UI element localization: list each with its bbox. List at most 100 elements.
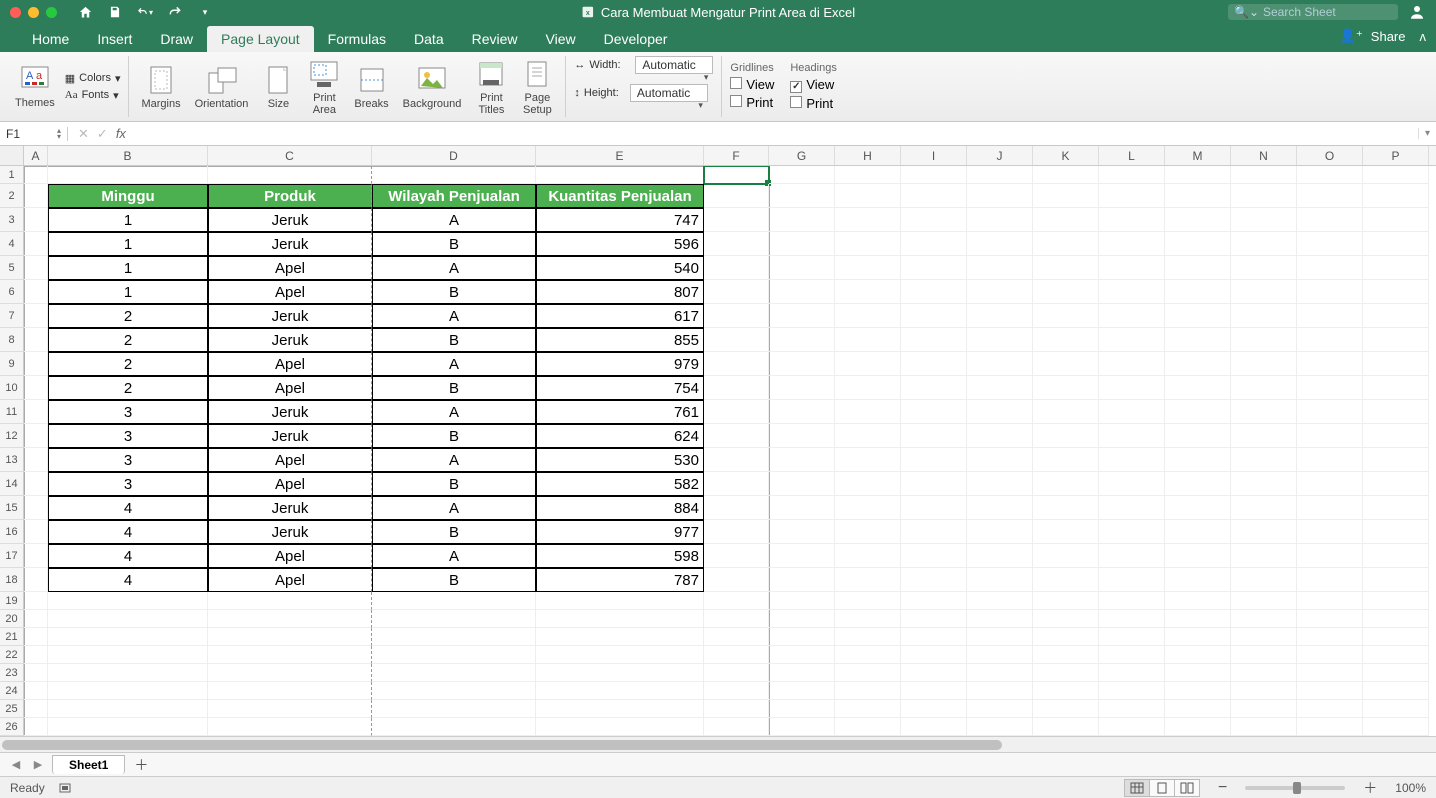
cell-G21[interactable] [769,628,835,646]
cell-F7[interactable] [704,304,769,328]
cell-P14[interactable] [1363,472,1429,496]
tab-view[interactable]: View [532,26,590,52]
cell-L4[interactable] [1099,232,1165,256]
table-cell[interactable]: 596 [536,232,704,256]
cell-I21[interactable] [901,628,967,646]
cell-O7[interactable] [1297,304,1363,328]
table-cell[interactable]: 1 [48,256,208,280]
cell-F16[interactable] [704,520,769,544]
table-cell[interactable]: 4 [48,496,208,520]
table-cell[interactable]: B [372,520,536,544]
cell-H15[interactable] [835,496,901,520]
cell-G16[interactable] [769,520,835,544]
table-cell[interactable]: 530 [536,448,704,472]
cell-L25[interactable] [1099,700,1165,718]
cell-G15[interactable] [769,496,835,520]
row-header-2[interactable]: 2 [0,184,24,208]
table-cell[interactable]: A [372,256,536,280]
cell-J3[interactable] [967,208,1033,232]
minimize-window-button[interactable] [28,7,39,18]
cell-M12[interactable] [1165,424,1231,448]
table-header-2[interactable]: Wilayah Penjualan [372,184,536,208]
cell-H8[interactable] [835,328,901,352]
cell-M21[interactable] [1165,628,1231,646]
cell-O16[interactable] [1297,520,1363,544]
cell-J16[interactable] [967,520,1033,544]
cell-P8[interactable] [1363,328,1429,352]
table-cell[interactable]: B [372,424,536,448]
add-sheet-button[interactable]: ＋ [131,755,151,775]
cell-G24[interactable] [769,682,835,700]
cell-H3[interactable] [835,208,901,232]
row-header-4[interactable]: 4 [0,232,24,256]
table-cell[interactable]: 624 [536,424,704,448]
table-cell[interactable]: Apel [208,280,372,304]
cell-A17[interactable] [24,544,48,568]
cell-H23[interactable] [835,664,901,682]
home-icon[interactable] [77,4,93,20]
cell-O8[interactable] [1297,328,1363,352]
column-header-M[interactable]: M [1165,146,1231,165]
page-layout-view-button[interactable] [1149,779,1175,797]
cell-O26[interactable] [1297,718,1363,736]
cell-J23[interactable] [967,664,1033,682]
table-cell[interactable]: 1 [48,208,208,232]
row-header-10[interactable]: 10 [0,376,24,400]
column-header-N[interactable]: N [1231,146,1297,165]
cell-F2[interactable] [704,184,769,208]
cell-M11[interactable] [1165,400,1231,424]
cell-H24[interactable] [835,682,901,700]
cell-O12[interactable] [1297,424,1363,448]
cell-M2[interactable] [1165,184,1231,208]
cell-I11[interactable] [901,400,967,424]
cell-C20[interactable] [208,610,372,628]
row-header-16[interactable]: 16 [0,520,24,544]
cell-C24[interactable] [208,682,372,700]
macro-record-icon[interactable] [59,781,75,795]
cell-K22[interactable] [1033,646,1099,664]
table-cell[interactable]: 2 [48,304,208,328]
cell-J21[interactable] [967,628,1033,646]
table-header-1[interactable]: Produk [208,184,372,208]
cell-D21[interactable] [372,628,536,646]
cell-I25[interactable] [901,700,967,718]
cell-J7[interactable] [967,304,1033,328]
tab-developer[interactable]: Developer [590,26,682,52]
cell-F24[interactable] [704,682,769,700]
user-icon[interactable] [1408,3,1426,21]
cell-M18[interactable] [1165,568,1231,592]
cell-M19[interactable] [1165,592,1231,610]
cell-K4[interactable] [1033,232,1099,256]
cell-O22[interactable] [1297,646,1363,664]
cell-P18[interactable] [1363,568,1429,592]
cell-C22[interactable] [208,646,372,664]
cell-A8[interactable] [24,328,48,352]
cell-O3[interactable] [1297,208,1363,232]
row-header-1[interactable]: 1 [0,166,24,184]
cell-N24[interactable] [1231,682,1297,700]
tab-review[interactable]: Review [458,26,532,52]
cell-H6[interactable] [835,280,901,304]
horizontal-scrollbar[interactable] [0,736,1436,752]
cell-H16[interactable] [835,520,901,544]
qat-dropdown-icon[interactable]: ▾ [197,4,213,20]
cell-A16[interactable] [24,520,48,544]
cell-B23[interactable] [48,664,208,682]
cancel-formula-icon[interactable]: ✕ [78,126,89,142]
column-header-A[interactable]: A [24,146,48,165]
cell-F15[interactable] [704,496,769,520]
table-cell[interactable]: 1 [48,280,208,304]
cell-N18[interactable] [1231,568,1297,592]
cell-K8[interactable] [1033,328,1099,352]
cell-I22[interactable] [901,646,967,664]
cell-O5[interactable] [1297,256,1363,280]
table-cell[interactable]: Apel [208,568,372,592]
cell-K9[interactable] [1033,352,1099,376]
cell-P1[interactable] [1363,166,1429,184]
cell-F9[interactable] [704,352,769,376]
cell-H22[interactable] [835,646,901,664]
cell-P20[interactable] [1363,610,1429,628]
headings-view-checkbox[interactable]: View [790,77,836,93]
table-cell[interactable]: Jeruk [208,496,372,520]
row-header-14[interactable]: 14 [0,472,24,496]
